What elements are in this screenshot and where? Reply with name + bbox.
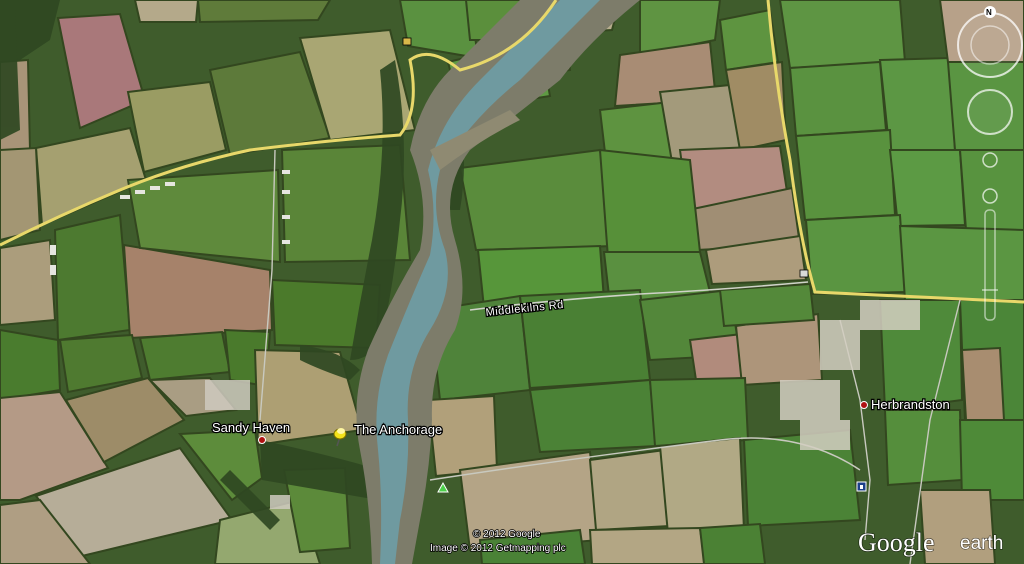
google-earth-logo: Google earth <box>857 527 1004 557</box>
place-herbrandston[interactable]: Herbrandston <box>860 396 951 413</box>
earth-wordmark: earth <box>960 533 1003 554</box>
satellite-map[interactable]: Sandy Haven The Anchorage Herbrandston M… <box>0 0 1024 564</box>
google-wordmark: Google <box>858 528 935 557</box>
the-anchorage-label: The Anchorage <box>354 422 442 437</box>
sandy-haven-label: Sandy Haven <box>212 420 290 435</box>
compass-north-label: N <box>986 8 992 17</box>
info-marker-icon[interactable] <box>856 481 867 492</box>
herbrandston-label: Herbrandston <box>871 397 950 412</box>
place-marker-icon <box>258 436 266 444</box>
copyright-line-2: Image © 2012 Getmapping plc <box>430 543 566 554</box>
look-joystick-icon[interactable] <box>967 89 1013 135</box>
copyright-line-1: © 2012 Google <box>473 529 541 540</box>
place-marker-icon <box>860 401 868 409</box>
